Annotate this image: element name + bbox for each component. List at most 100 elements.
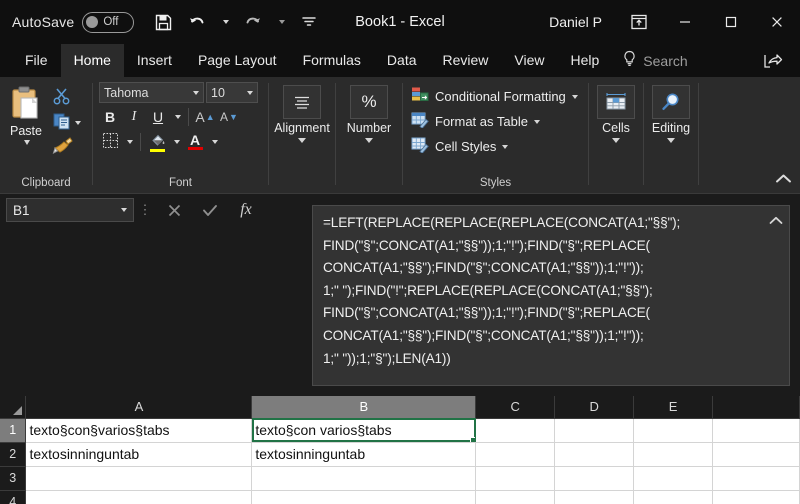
- cell-c4[interactable]: [475, 490, 556, 504]
- column-header-e[interactable]: E: [633, 396, 714, 419]
- enter-icon[interactable]: [192, 197, 228, 223]
- paste-dropdown-caret-icon[interactable]: [23, 140, 30, 145]
- cell-d2[interactable]: [554, 442, 635, 467]
- font-name-combo[interactable]: Tahoma: [99, 82, 204, 103]
- column-header-c[interactable]: C: [475, 396, 556, 419]
- column-header-a[interactable]: A: [25, 396, 253, 419]
- ribbon-display-options-icon[interactable]: [616, 0, 662, 44]
- cells-button[interactable]: Cells: [589, 83, 643, 143]
- minimize-icon[interactable]: [662, 0, 708, 44]
- tab-insert[interactable]: Insert: [124, 44, 185, 77]
- maximize-icon[interactable]: [708, 0, 754, 44]
- account-name[interactable]: Daniel P: [535, 14, 616, 30]
- cell-a3[interactable]: [25, 466, 253, 491]
- tab-help[interactable]: Help: [558, 44, 613, 77]
- cell-f3[interactable]: [712, 466, 800, 491]
- font-size-caret-icon[interactable]: [247, 90, 253, 95]
- row-header-4[interactable]: 4: [0, 490, 27, 504]
- cell-d1[interactable]: [554, 418, 635, 443]
- conditional-formatting-button[interactable]: Conditional Formatting: [403, 84, 578, 109]
- underline-button[interactable]: U: [147, 106, 169, 128]
- copy-dropdown-caret-icon[interactable]: [75, 121, 81, 125]
- search-box[interactable]: Search: [612, 44, 697, 77]
- cell-e1[interactable]: [633, 418, 714, 443]
- tab-file[interactable]: File: [12, 44, 61, 77]
- select-all-corner[interactable]: [0, 396, 27, 419]
- cell-d3[interactable]: [554, 466, 635, 491]
- cancel-icon[interactable]: [156, 197, 192, 223]
- decrease-font-size-button[interactable]: A ▼: [218, 106, 240, 128]
- insert-function-icon[interactable]: fx: [228, 197, 264, 223]
- cell-f1[interactable]: [712, 418, 800, 443]
- cell-styles-button[interactable]: Cell Styles: [403, 134, 509, 159]
- row-header-3[interactable]: 3: [0, 466, 27, 491]
- cells-caret-icon[interactable]: [612, 138, 620, 143]
- tab-formulas[interactable]: Formulas: [290, 44, 374, 77]
- editing-caret-icon[interactable]: [667, 138, 675, 143]
- number-caret-icon[interactable]: [365, 138, 373, 143]
- copy-button[interactable]: [52, 112, 81, 134]
- cell-b2[interactable]: textosinninguntab: [251, 442, 477, 467]
- conditional-formatting-caret-icon[interactable]: [571, 94, 578, 99]
- name-box[interactable]: B1: [6, 198, 134, 222]
- row-header-1[interactable]: 1: [0, 418, 27, 443]
- cell-a4[interactable]: [25, 490, 253, 504]
- cell-b3[interactable]: [251, 466, 477, 491]
- font-name-caret-icon[interactable]: [193, 90, 199, 95]
- number-button[interactable]: % Number: [336, 83, 402, 143]
- collapse-ribbon-icon[interactable]: [775, 171, 792, 189]
- borders-caret-icon[interactable]: [123, 131, 135, 153]
- fill-color-caret-icon[interactable]: [170, 131, 182, 153]
- cell-c2[interactable]: [475, 442, 556, 467]
- redo-dropdown-caret-icon[interactable]: [270, 7, 292, 37]
- cell-c3[interactable]: [475, 466, 556, 491]
- cell-e4[interactable]: [633, 490, 714, 504]
- cell-a1[interactable]: texto§con§varios§tabs: [25, 418, 253, 443]
- tab-home[interactable]: Home: [60, 44, 124, 77]
- alignment-button[interactable]: Alignment: [269, 83, 335, 143]
- autosave-toggle[interactable]: Off: [82, 11, 135, 33]
- save-icon[interactable]: [146, 7, 180, 37]
- borders-button[interactable]: [99, 131, 121, 153]
- tab-review[interactable]: Review: [430, 44, 502, 77]
- tab-view[interactable]: View: [501, 44, 557, 77]
- alignment-caret-icon[interactable]: [298, 138, 306, 143]
- customize-quick-access-icon[interactable]: [292, 7, 326, 37]
- bold-button[interactable]: B: [99, 106, 121, 128]
- cell-d4[interactable]: [554, 490, 635, 504]
- format-painter-button[interactable]: [52, 136, 81, 159]
- cut-button[interactable]: [52, 87, 81, 109]
- cell-e3[interactable]: [633, 466, 714, 491]
- collapse-formula-bar-icon[interactable]: [769, 212, 783, 230]
- more-options-icon[interactable]: ⋮: [134, 203, 156, 216]
- italic-button[interactable]: I: [123, 106, 145, 128]
- cell-a2[interactable]: textosinninguntab: [25, 442, 253, 467]
- cell-f4[interactable]: [712, 490, 800, 504]
- tab-page-layout[interactable]: Page Layout: [185, 44, 290, 77]
- column-header-f-partial[interactable]: [712, 396, 800, 419]
- redo-icon[interactable]: [236, 7, 270, 37]
- cell-b1[interactable]: texto§con varios§tabs: [251, 418, 477, 443]
- underline-caret-icon[interactable]: [171, 106, 183, 128]
- cell-b4[interactable]: [251, 490, 477, 504]
- cell-styles-caret-icon[interactable]: [502, 144, 509, 149]
- increase-font-size-button[interactable]: A ▲: [194, 106, 216, 128]
- editing-button[interactable]: Editing: [644, 83, 698, 143]
- font-color-button[interactable]: A: [184, 131, 206, 153]
- cell-c1[interactable]: [475, 418, 556, 443]
- name-box-chevron-down-icon[interactable]: [121, 208, 127, 212]
- format-as-table-caret-icon[interactable]: [533, 119, 540, 124]
- row-header-2[interactable]: 2: [0, 442, 27, 467]
- share-icon[interactable]: [756, 44, 790, 77]
- font-color-caret-icon[interactable]: [208, 131, 220, 153]
- cell-e2[interactable]: [633, 442, 714, 467]
- paste-button[interactable]: Paste: [0, 83, 52, 145]
- fill-color-button[interactable]: [146, 131, 168, 153]
- tab-data[interactable]: Data: [374, 44, 430, 77]
- column-header-d[interactable]: D: [554, 396, 635, 419]
- close-icon[interactable]: [754, 0, 800, 44]
- cell-f2[interactable]: [712, 442, 800, 467]
- format-as-table-button[interactable]: Format as Table: [403, 109, 540, 134]
- undo-dropdown-caret-icon[interactable]: [214, 7, 236, 37]
- formula-input-expanded[interactable]: =LEFT(REPLACE(REPLACE(REPLACE(CONCAT(A1;…: [312, 205, 790, 386]
